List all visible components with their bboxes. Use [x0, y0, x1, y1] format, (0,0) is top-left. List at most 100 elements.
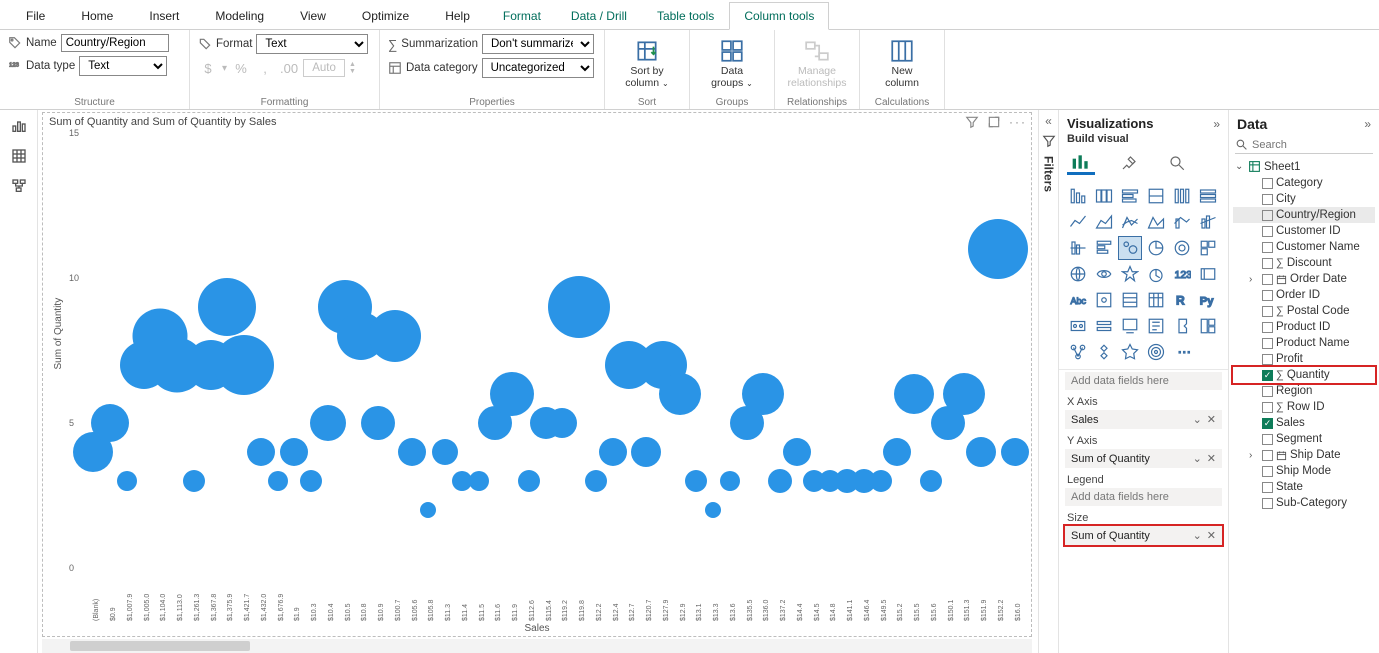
chart-visual[interactable]: ··· Sum of Quantity and Sum of Quantity …	[42, 112, 1032, 637]
viz-type-25[interactable]	[1093, 289, 1115, 311]
field-customer-name[interactable]: Customer Name	[1233, 239, 1375, 255]
viz-type-34[interactable]	[1171, 315, 1193, 337]
viz-type-6[interactable]	[1067, 211, 1089, 233]
bubble[interactable]	[585, 470, 607, 492]
field-category[interactable]: Category	[1233, 175, 1375, 191]
format-visual-tab[interactable]	[1115, 151, 1143, 175]
menu-home[interactable]: Home	[63, 3, 131, 29]
bubble[interactable]	[894, 374, 934, 414]
bubble[interactable]	[883, 438, 911, 466]
checkbox[interactable]	[1262, 210, 1273, 221]
field-row-id[interactable]: ∑Row ID	[1233, 399, 1375, 415]
menu-help[interactable]: Help	[427, 3, 488, 29]
field-country-region[interactable]: Country/Region	[1233, 207, 1375, 223]
xaxis-field[interactable]: Sales ⌄✕	[1065, 410, 1222, 429]
viz-type-12[interactable]	[1067, 237, 1089, 259]
bubble[interactable]	[943, 373, 985, 415]
bubble[interactable]	[659, 373, 701, 415]
menu-insert[interactable]: Insert	[131, 3, 197, 29]
field-quantity[interactable]: ∑Quantity	[1233, 367, 1375, 383]
checkbox[interactable]	[1262, 466, 1273, 477]
checkbox[interactable]	[1262, 354, 1273, 365]
viz-type-30[interactable]	[1067, 315, 1089, 337]
viz-type-28[interactable]: R	[1171, 289, 1193, 311]
menu-modeling[interactable]: Modeling	[197, 3, 282, 29]
report-view-icon[interactable]	[11, 118, 27, 134]
horizontal-scrollbar[interactable]	[42, 639, 1032, 653]
bubble[interactable]	[469, 471, 489, 491]
search-input[interactable]	[1252, 139, 1379, 151]
currency-button[interactable]: $	[198, 58, 218, 78]
bubble[interactable]	[432, 439, 458, 465]
bubble[interactable]	[310, 405, 346, 441]
checkbox[interactable]	[1262, 274, 1273, 285]
field-order-id[interactable]: Order ID	[1233, 287, 1375, 303]
bubble[interactable]	[268, 471, 288, 491]
checkbox[interactable]	[1262, 194, 1273, 205]
bubble[interactable]	[183, 470, 205, 492]
bubble[interactable]	[361, 406, 395, 440]
menu-file[interactable]: File	[8, 3, 63, 29]
viz-type-1[interactable]	[1093, 185, 1115, 207]
checkbox[interactable]	[1262, 242, 1273, 253]
values-well[interactable]: Add data fields here	[1065, 372, 1222, 390]
field-sub-category[interactable]: Sub-Category	[1233, 495, 1375, 511]
bubble[interactable]	[547, 408, 577, 438]
viz-type-18[interactable]	[1067, 263, 1089, 285]
menu-columntools[interactable]: Column tools	[729, 2, 829, 30]
checkbox[interactable]	[1262, 338, 1273, 349]
bubble[interactable]	[705, 502, 721, 518]
viz-type-3[interactable]	[1145, 185, 1167, 207]
viz-type-36[interactable]	[1067, 341, 1089, 363]
bubble[interactable]	[920, 470, 942, 492]
sort-by-column-button[interactable]: Sort bycolumn ⌄	[613, 34, 681, 93]
comma-button[interactable]: ,	[255, 58, 275, 78]
viz-type-15[interactable]	[1145, 237, 1167, 259]
checkbox[interactable]	[1262, 226, 1273, 237]
field-state[interactable]: State	[1233, 479, 1375, 495]
bubble[interactable]	[966, 437, 996, 467]
bubble[interactable]	[720, 471, 740, 491]
viz-type-39[interactable]	[1145, 341, 1167, 363]
bubble[interactable]	[768, 469, 792, 493]
focus-icon[interactable]	[987, 115, 1001, 129]
bubble[interactable]	[968, 219, 1028, 279]
checkbox[interactable]	[1262, 434, 1273, 445]
checkbox[interactable]	[1262, 418, 1273, 429]
remove-icon[interactable]: ✕	[1207, 452, 1216, 465]
yaxis-field[interactable]: Sum of Quantity ⌄✕	[1065, 449, 1222, 468]
bubble[interactable]	[280, 438, 308, 466]
menu-datadrill[interactable]: Data / Drill	[556, 2, 642, 30]
checkbox[interactable]	[1262, 386, 1273, 397]
viz-type-29[interactable]: Py	[1197, 289, 1219, 311]
checkbox[interactable]	[1262, 370, 1273, 381]
viz-type-0[interactable]	[1067, 185, 1089, 207]
name-input[interactable]	[61, 34, 169, 52]
checkbox[interactable]	[1262, 178, 1273, 189]
analytics-tab[interactable]	[1163, 151, 1191, 175]
viz-type-8[interactable]	[1119, 211, 1141, 233]
bubble[interactable]	[783, 438, 811, 466]
viz-type-33[interactable]	[1145, 315, 1167, 337]
field-sales[interactable]: Sales	[1233, 415, 1375, 431]
menu-tabletools[interactable]: Table tools	[642, 2, 729, 30]
data-view-icon[interactable]	[11, 148, 27, 164]
percent-button[interactable]: %	[231, 58, 251, 78]
viz-type-5[interactable]	[1197, 185, 1219, 207]
viz-type-13[interactable]	[1093, 237, 1115, 259]
bubble[interactable]	[369, 310, 421, 362]
field-postal-code[interactable]: ∑Postal Code	[1233, 303, 1375, 319]
build-visual-tab[interactable]	[1067, 151, 1095, 175]
checkbox[interactable]	[1262, 290, 1273, 301]
field-discount[interactable]: ∑Discount	[1233, 255, 1375, 271]
viz-type-40[interactable]: ⋯	[1171, 341, 1193, 363]
viz-type-23[interactable]	[1197, 263, 1219, 285]
viz-type-19[interactable]	[1093, 263, 1115, 285]
decimals-button[interactable]: .00	[279, 58, 299, 78]
viz-type-35[interactable]	[1197, 315, 1219, 337]
report-canvas[interactable]: ··· Sum of Quantity and Sum of Quantity …	[38, 110, 1039, 653]
viz-type-16[interactable]	[1171, 237, 1193, 259]
checkbox[interactable]	[1262, 258, 1273, 269]
filters-pane[interactable]: « Filters	[1039, 110, 1059, 653]
viz-type-17[interactable]	[1197, 237, 1219, 259]
